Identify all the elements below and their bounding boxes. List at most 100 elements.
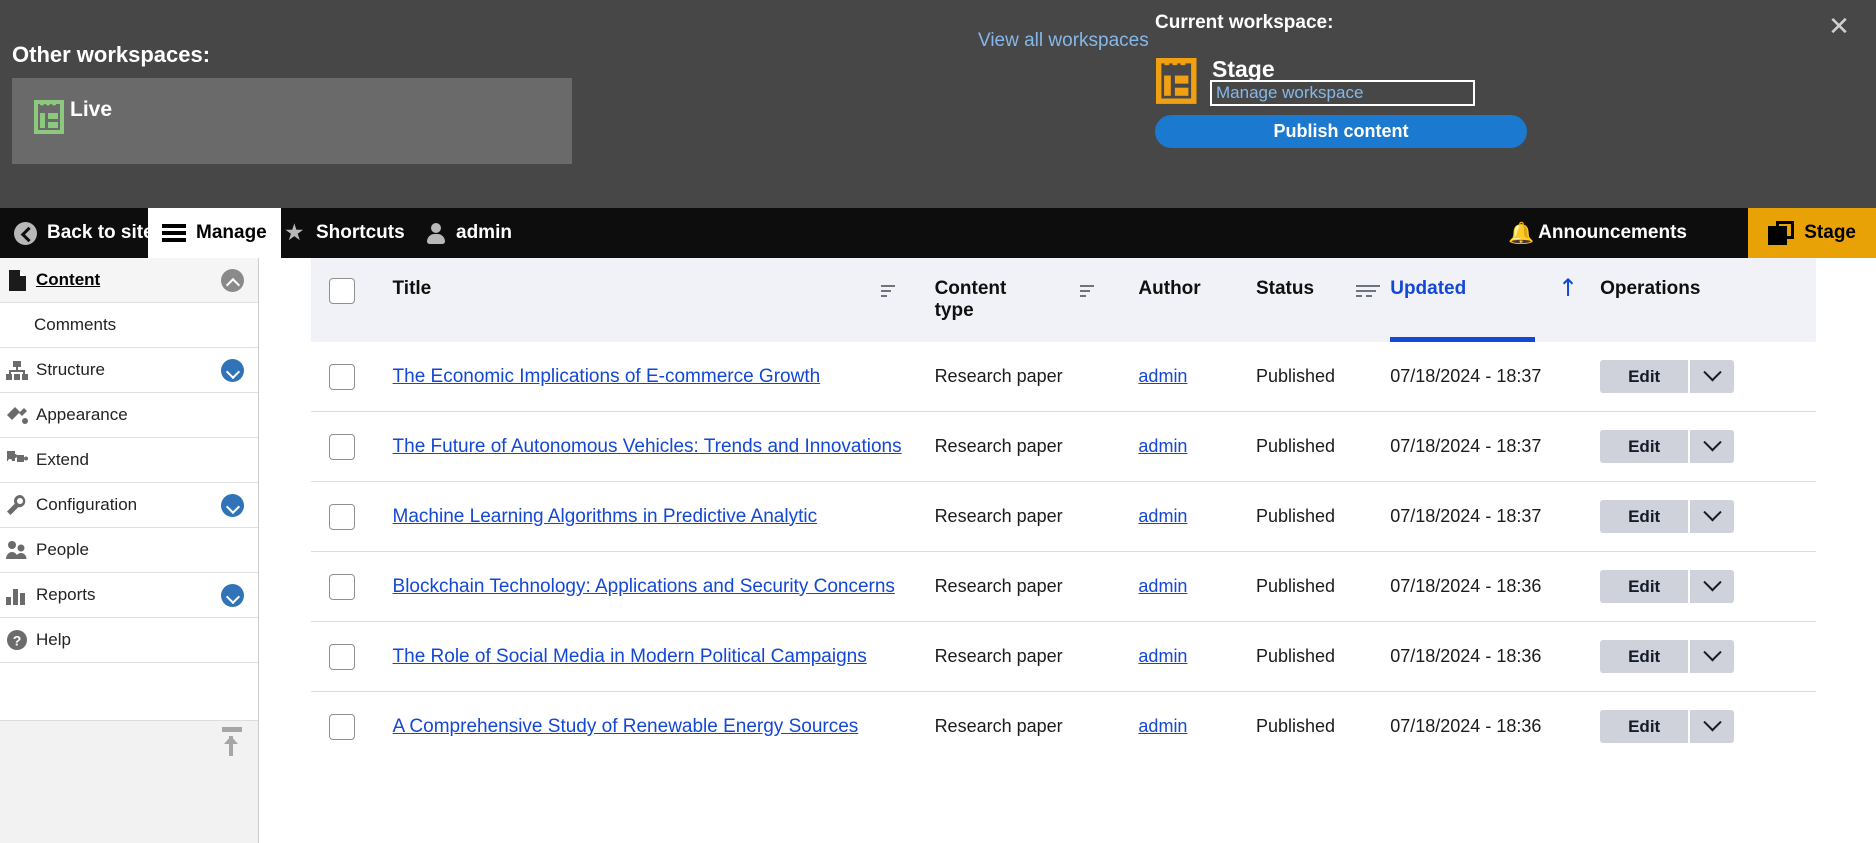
edit-button-group[interactable]: Edit <box>1600 640 1735 673</box>
row-author-cell: admin <box>1138 411 1256 482</box>
row-checkbox[interactable] <box>329 433 355 460</box>
row-checkbox[interactable] <box>329 503 355 530</box>
edit-button-group[interactable]: Edit <box>1600 430 1735 463</box>
row-status-cell: Published <box>1255 481 1391 552</box>
chevron-down-icon[interactable] <box>1690 570 1735 603</box>
edit-button[interactable]: Edit <box>1600 500 1691 533</box>
tab-user-account[interactable]: admin <box>412 208 526 258</box>
tab-shortcuts[interactable]: ★ Shortcuts <box>270 208 419 258</box>
puzzle-icon <box>4 447 30 473</box>
sidebar-item-content[interactable]: Content <box>0 258 258 303</box>
sort-icon[interactable] <box>1080 285 1096 297</box>
edit-button[interactable]: Edit <box>1600 570 1691 603</box>
workspace-dropdown-panel: ✕ Other workspaces: Live View all worksp… <box>0 0 1876 208</box>
edit-button[interactable]: Edit <box>1600 360 1691 393</box>
row-checkbox[interactable] <box>329 643 355 670</box>
column-header-title[interactable]: Title <box>392 258 935 342</box>
sidebar-item-extend[interactable]: Extend <box>0 438 258 483</box>
other-workspaces-label: Other workspaces: <box>12 42 211 67</box>
sidebar-item-people[interactable]: People <box>0 528 258 573</box>
announcements-label: Announcements <box>1538 222 1687 243</box>
sidebar-item-comments[interactable]: Comments <box>0 303 258 348</box>
sidebar-item-label: Reports <box>36 585 96 604</box>
chevron-down-icon[interactable] <box>1690 710 1735 743</box>
edit-button[interactable]: Edit <box>1600 710 1691 743</box>
sort-icon[interactable] <box>1366 285 1382 297</box>
content-title-link[interactable]: A Comprehensive Study of Renewable Energ… <box>393 716 859 737</box>
view-all-workspaces-link[interactable]: View all workspaces <box>978 30 1149 52</box>
column-header-content-type[interactable]: Content type <box>934 258 1139 342</box>
column-header-author[interactable]: Author <box>1138 258 1256 342</box>
close-icon[interactable]: ✕ <box>1822 10 1856 44</box>
row-updated-cell: 07/18/2024 - 18:36 <box>1390 551 1601 622</box>
column-header-updated[interactable]: Updated ↑ <box>1366 258 1601 342</box>
hamburger-icon <box>162 223 186 243</box>
row-operations-cell: Edit <box>1600 691 1816 761</box>
edit-button[interactable]: Edit <box>1600 430 1691 463</box>
author-link[interactable]: admin <box>1138 576 1187 596</box>
table-body: The Economic Implications of E-commerce … <box>311 342 1816 761</box>
announcements-button[interactable]: 🔔 Announcements <box>1494 208 1701 258</box>
row-checkbox[interactable] <box>329 573 355 600</box>
author-link[interactable]: admin <box>1138 506 1187 526</box>
chevron-down-icon[interactable] <box>221 494 244 517</box>
user-label: admin <box>456 222 512 243</box>
author-link[interactable]: admin <box>1138 366 1187 386</box>
chevron-down-icon[interactable] <box>1690 360 1735 393</box>
star-icon: ★ <box>284 220 305 246</box>
admin-toolbar: Back to site Manage ★ Shortcuts admin 🔔 … <box>0 208 1876 258</box>
content-title-link[interactable]: The Future of Autonomous Vehicles: Trend… <box>393 436 902 457</box>
chevron-down-icon[interactable] <box>1690 500 1735 533</box>
chevron-down-icon[interactable] <box>1690 640 1735 673</box>
author-link[interactable]: admin <box>1138 646 1187 666</box>
sidebar-item-help[interactable]: ? Help <box>0 618 258 663</box>
row-type-cell: Research paper <box>934 366 1063 386</box>
content-listing-area: Title Content type Author Status Updated <box>260 258 1876 843</box>
content-title-link[interactable]: Blockchain Technology: Applications and … <box>393 576 895 597</box>
sidebar-item-appearance[interactable]: Appearance <box>0 393 258 438</box>
updated-timestamp: 07/18/2024 - 18:37 <box>1390 366 1542 387</box>
document-icon <box>4 267 30 293</box>
sidebar-item-reports[interactable]: Reports <box>0 573 258 618</box>
sort-icon[interactable] <box>880 285 897 297</box>
sidebar-item-structure[interactable]: Structure <box>0 348 258 393</box>
row-status-cell: Published <box>1255 621 1391 692</box>
row-select-cell <box>311 621 393 692</box>
updated-timestamp: 07/18/2024 - 18:37 <box>1390 436 1542 457</box>
workspace-card-live[interactable]: Live <box>12 78 572 164</box>
sidebar-item-label: Extend <box>36 450 89 469</box>
publish-content-button[interactable]: Publish content <box>1155 115 1527 148</box>
select-all-checkbox[interactable] <box>329 278 355 304</box>
content-title-link[interactable]: The Role of Social Media in Modern Polit… <box>393 646 867 667</box>
collapse-sidebar-icon[interactable] <box>220 727 244 761</box>
row-checkbox[interactable] <box>329 363 355 390</box>
edit-button-group[interactable]: Edit <box>1600 570 1735 603</box>
chevron-down-icon[interactable] <box>221 359 244 382</box>
row-checkbox[interactable] <box>329 713 355 740</box>
chevron-down-icon[interactable] <box>1690 430 1735 463</box>
edit-button-group[interactable]: Edit <box>1600 360 1735 393</box>
tab-manage[interactable]: Manage <box>148 208 281 258</box>
row-updated-cell: 07/18/2024 - 18:37 <box>1390 342 1600 412</box>
edit-button[interactable]: Edit <box>1600 640 1691 673</box>
table-row: Machine Learning Algorithms in Predictiv… <box>311 481 1816 552</box>
chevron-down-icon[interactable] <box>221 584 244 607</box>
column-header-status[interactable]: Status <box>1255 258 1391 342</box>
sidebar-item-configuration[interactable]: Configuration <box>0 483 258 528</box>
edit-button-group[interactable]: Edit <box>1600 710 1735 743</box>
column-label: Author <box>1138 278 1201 299</box>
back-to-site-button[interactable]: Back to site <box>0 208 168 258</box>
author-link[interactable]: admin <box>1138 716 1187 736</box>
row-select-cell <box>311 551 393 622</box>
content-title-link[interactable]: Machine Learning Algorithms in Predictiv… <box>393 506 818 527</box>
row-title-cell: Blockchain Technology: Applications and … <box>392 551 935 622</box>
manage-workspace-link[interactable]: Manage workspace <box>1210 80 1475 106</box>
content-title-link[interactable]: The Economic Implications of E-commerce … <box>393 366 821 387</box>
edit-button-group[interactable]: Edit <box>1600 500 1735 533</box>
author-link[interactable]: admin <box>1138 436 1187 456</box>
active-sort-indicator <box>1390 337 1536 342</box>
arrow-up-icon[interactable]: ↑ <box>1558 274 1578 302</box>
chevron-up-icon[interactable] <box>221 269 244 292</box>
row-select-cell <box>311 481 393 552</box>
workspace-stage-button[interactable]: Stage <box>1748 208 1876 258</box>
